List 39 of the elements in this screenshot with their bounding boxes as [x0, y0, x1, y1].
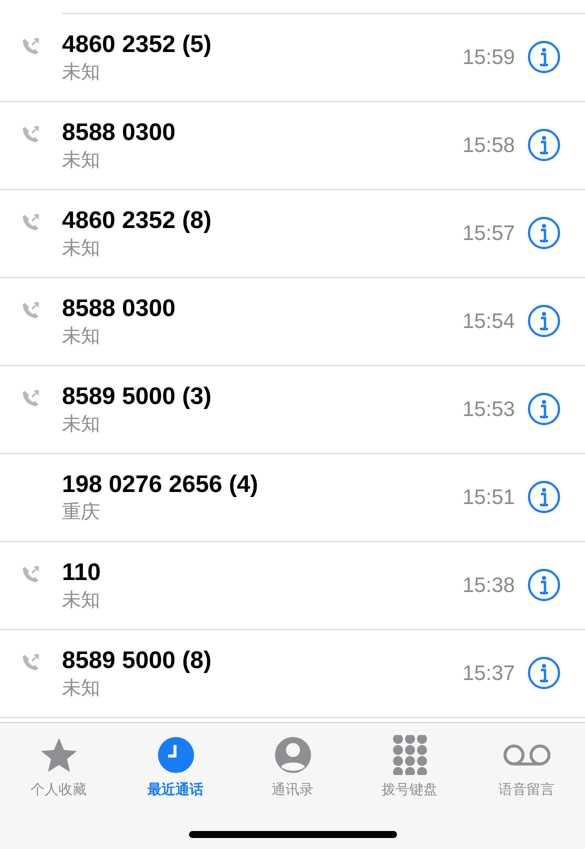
- tab[interactable]: 最近通话: [117, 735, 234, 799]
- tab[interactable]: 通讯录: [234, 735, 351, 799]
- caller-location: 未知: [62, 149, 101, 173]
- info-button[interactable]: [527, 216, 561, 250]
- phone-number: 198 0276 2656 (4): [62, 470, 260, 500]
- info-button[interactable]: [527, 656, 561, 690]
- call-time: 15:59: [462, 46, 515, 70]
- call-time: 15:38: [462, 574, 515, 598]
- call-time: 15:37: [462, 662, 515, 686]
- caller-location: 未知: [62, 61, 101, 85]
- caller-location: 未知: [62, 589, 101, 613]
- phone-number: 4860 2352 (5): [62, 30, 212, 60]
- phone-number: 110: [62, 558, 102, 588]
- caller-location: 重庆: [62, 501, 101, 525]
- caller-location: 未知: [62, 325, 101, 349]
- call-time: 15:58: [462, 134, 515, 158]
- tab[interactable]: 拨号键盘: [351, 735, 468, 799]
- phone-number: 8588 0300: [62, 294, 176, 324]
- phone-number: 8589 5000 (3): [62, 382, 212, 412]
- info-button[interactable]: [527, 392, 561, 426]
- call-time: 15:51: [462, 486, 515, 510]
- person-icon: [272, 735, 312, 775]
- caller-location: 未知: [62, 413, 101, 437]
- call-time: 15:57: [462, 222, 515, 246]
- info-button[interactable]: [527, 128, 561, 162]
- info-button[interactable]: [527, 304, 561, 338]
- phone-number: 8589 5000 (8): [62, 646, 212, 676]
- caller-location: 未知: [62, 237, 101, 261]
- clock-icon: [156, 735, 196, 775]
- info-button[interactable]: [527, 40, 561, 74]
- call-time: 15:53: [462, 398, 515, 422]
- caller-location: 未知: [62, 677, 101, 701]
- call-time: 15:54: [462, 310, 515, 334]
- phone-number: 4860 2352 (8): [62, 206, 212, 236]
- phone-number: 8588 0300: [62, 118, 176, 148]
- tab[interactable]: 个人收藏: [0, 735, 117, 799]
- info-button[interactable]: [527, 568, 561, 602]
- info-button[interactable]: [527, 480, 561, 514]
- tab[interactable]: 语音留言: [468, 735, 585, 799]
